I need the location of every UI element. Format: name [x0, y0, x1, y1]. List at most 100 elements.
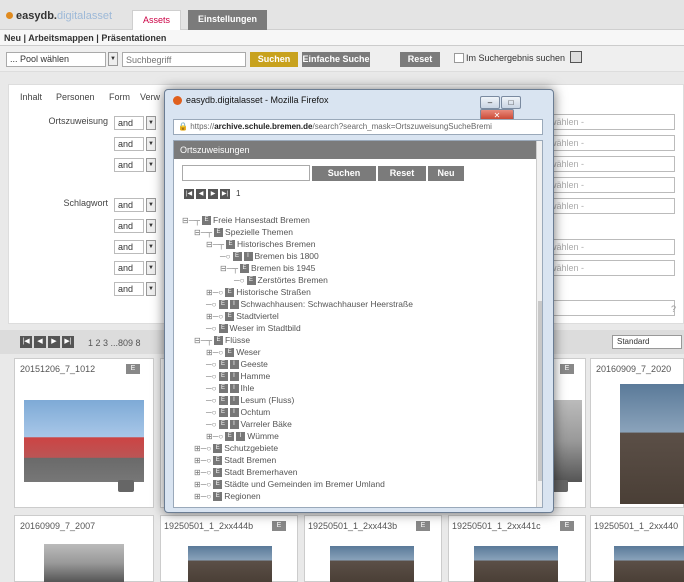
chevron-down-icon[interactable]: ▼ — [146, 219, 156, 233]
tree-node[interactable]: ⊞─○ E Historische Straßen — [206, 287, 311, 298]
menu-neu[interactable]: Neu — [4, 33, 21, 43]
chevron-down-icon[interactable]: ▼ — [146, 198, 156, 212]
help-icon[interactable]: ? — [671, 304, 676, 314]
prev-page-button[interactable]: ◀ — [34, 336, 46, 348]
tab-einstellungen[interactable]: Einstellungen — [188, 10, 268, 30]
tree-node[interactable]: ⊞─○ E I Wümme — [206, 431, 279, 442]
first-page-button[interactable]: |◀ — [184, 189, 194, 199]
location-new-button[interactable]: Neu — [428, 166, 464, 181]
location-search-button[interactable]: Suchen — [312, 166, 376, 181]
card-badge: E — [560, 364, 574, 374]
tree-node[interactable]: ⊞─○ E Schutzgebiete — [194, 443, 278, 454]
first-page-button[interactable]: |◀ — [20, 336, 32, 348]
tree-node[interactable]: ⊟─┬ E Freie Hansestadt Bremen — [182, 215, 310, 226]
tree-node[interactable]: ─○ E I Schwachhausen: Schwachhauser Heerstr… — [206, 299, 413, 310]
tree-node[interactable]: ─○ E I Geeste — [206, 359, 268, 370]
tree-node[interactable]: ─○ E I Varreler Bäke — [206, 419, 292, 430]
free-text-field[interactable] — [545, 300, 675, 316]
card-thumbnail[interactable] — [474, 546, 558, 582]
tree-node[interactable]: ─○ E I Lesum (Fluss) — [206, 395, 294, 406]
node-icon: E — [213, 444, 223, 454]
menu-praesentationen[interactable]: Präsentationen — [101, 33, 166, 43]
operator-select[interactable]: and — [114, 240, 144, 254]
tree-node[interactable]: ⊞─○ E Weser — [206, 347, 261, 358]
tree-node[interactable]: ─○ E I Ihle — [206, 383, 254, 394]
page-links[interactable]: 1 2 3 ...809 8 — [88, 338, 141, 348]
window-controls: – □✕ — [479, 96, 549, 122]
next-page-button[interactable]: ▶ — [208, 189, 218, 199]
chevron-down-icon[interactable]: ▼ — [146, 158, 156, 172]
tab-form[interactable]: Form — [109, 92, 130, 102]
card-thumbnail[interactable] — [24, 400, 144, 482]
chevron-down-icon[interactable]: ▼ — [146, 282, 156, 296]
popup-scrollbar[interactable] — [536, 141, 542, 507]
tab-personen[interactable]: Personen — [56, 92, 95, 102]
tab-assets[interactable]: Assets — [132, 10, 182, 30]
card-thumbnail[interactable] — [44, 544, 124, 582]
tree-node[interactable]: ─○ E I Bremen bis 1800 — [220, 251, 319, 262]
tree-node[interactable]: ─○ E I Ochtum — [206, 407, 270, 418]
tree-node[interactable]: ⊟─┬ E Historisches Bremen — [206, 239, 315, 250]
operator-select[interactable]: and — [114, 116, 144, 130]
operator-select[interactable]: and — [114, 137, 144, 151]
choose-field[interactable]: wählen - — [545, 239, 675, 255]
tree-node[interactable]: ⊟─┬ E Flüsse — [194, 335, 250, 346]
last-page-button[interactable]: ▶| — [220, 189, 230, 199]
operator-select[interactable]: and — [114, 158, 144, 172]
chevron-down-icon[interactable]: ▼ — [108, 52, 118, 66]
print-icon[interactable] — [570, 51, 582, 63]
tree-node[interactable]: ⊞─○ E Regionen — [194, 491, 261, 502]
tree-node[interactable]: ─○ E Weser im Stadtbild — [206, 323, 301, 334]
menu-arbeitsmappen[interactable]: Arbeitsmappen — [28, 33, 94, 43]
tree-node[interactable]: ─○ E Zerstörtes Bremen — [234, 275, 328, 286]
operator-select[interactable]: and — [114, 282, 144, 296]
pool-select[interactable]: ... Pool wählen — [6, 52, 106, 67]
search-input[interactable] — [122, 52, 246, 67]
simple-search-button[interactable]: Einfache Suche — [302, 52, 370, 67]
tab-verw[interactable]: Verw — [140, 92, 160, 102]
tree-node[interactable]: ⊟─┬ E Spezielle Themen — [194, 227, 293, 238]
chevron-down-icon[interactable]: ▼ — [146, 116, 156, 130]
chevron-down-icon[interactable]: ▼ — [146, 240, 156, 254]
card-thumbnail[interactable] — [614, 546, 684, 582]
next-page-button[interactable]: ▶ — [48, 336, 60, 348]
window-titlebar[interactable]: easydb.digitalasset - Mozilla Firefox – □… — [169, 94, 549, 122]
tab-inhalt[interactable]: Inhalt — [20, 92, 42, 102]
reset-button[interactable]: Reset — [400, 52, 440, 67]
firefox-popup-window[interactable]: easydb.digitalasset - Mozilla Firefox – □… — [164, 89, 554, 513]
card-thumbnail[interactable] — [620, 384, 684, 504]
prev-page-button[interactable]: ◀ — [196, 189, 206, 199]
location-search-input[interactable] — [182, 165, 310, 181]
operator-select[interactable]: and — [114, 219, 144, 233]
sort-select[interactable]: Standard — [612, 335, 682, 349]
chevron-down-icon[interactable]: ▼ — [146, 137, 156, 151]
maximize-icon[interactable]: □ — [501, 96, 521, 109]
tree-node[interactable]: ⊞─○ E Stadt Bremen — [194, 455, 276, 466]
url-bar[interactable]: 🔒 https://archive.schule.bremen.de/searc… — [173, 119, 543, 135]
operator-select[interactable]: and — [114, 198, 144, 212]
operator-select[interactable]: and — [114, 261, 144, 275]
node-icon: I — [243, 252, 253, 262]
scrollbar-thumb[interactable] — [538, 301, 542, 481]
choose-field[interactable]: wählen - — [545, 260, 675, 276]
choose-field[interactable]: wählen - — [545, 198, 675, 214]
choose-field[interactable]: wählen - — [545, 156, 675, 172]
choose-field[interactable]: wählen - — [545, 177, 675, 193]
tree-node[interactable]: ⊞─○ E Stadt Bremerhaven — [194, 467, 297, 478]
search-button[interactable]: Suchen — [250, 52, 298, 67]
card-title: 20160909_7_2020 — [596, 364, 672, 374]
choose-field[interactable]: wählen - — [545, 114, 675, 130]
tree-node[interactable]: ⊟─┬ E Bremen bis 1945 — [220, 263, 315, 274]
tree-node[interactable]: ⊞─○ E Städte und Gemeinden im Bremer Umlan… — [194, 479, 385, 490]
card-thumbnail[interactable] — [330, 546, 414, 582]
tree-node[interactable]: ─○ E I Hamme — [206, 371, 270, 382]
search-in-results-checkbox[interactable] — [454, 53, 464, 63]
minimize-icon[interactable]: – — [480, 96, 500, 109]
last-page-button[interactable]: ▶| — [62, 336, 74, 348]
chevron-down-icon[interactable]: ▼ — [146, 261, 156, 275]
card-thumbnail[interactable] — [188, 546, 272, 582]
card-thumbnail[interactable] — [552, 400, 582, 482]
choose-field[interactable]: wählen - — [545, 135, 675, 151]
location-reset-button[interactable]: Reset — [378, 166, 426, 181]
tree-node[interactable]: ⊞─○ E Stadtviertel — [206, 311, 279, 322]
